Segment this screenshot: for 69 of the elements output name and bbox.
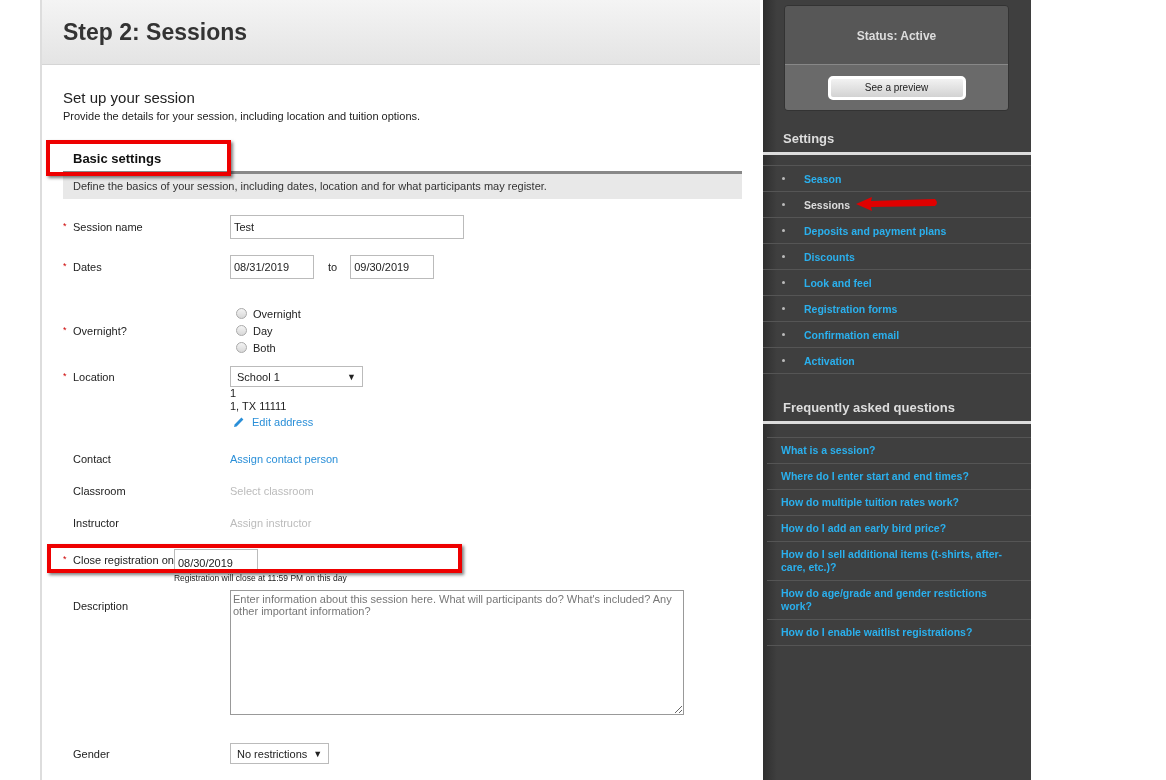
description-field[interactable]: Enter information about this session here. What will participants do? What's included? Any other important information?: [230, 590, 684, 715]
bullet-icon: [782, 307, 785, 310]
date-field[interactable]: 08/31/2019: [230, 255, 314, 279]
radio-button-icon[interactable]: [236, 308, 247, 319]
select-dropdown[interactable]: No restrictions ▼: [230, 743, 330, 764]
faq-link[interactable]: How do I enable waitlist registrations?: [781, 626, 1003, 639]
bullet-icon: [782, 281, 785, 284]
required-mark: *: [63, 324, 67, 335]
field-label: Instructor: [73, 517, 119, 529]
edit-address-link[interactable]: Edit address: [233, 416, 314, 428]
faq-link[interactable]: What is a session?: [781, 444, 1003, 457]
caret-icon: ▼: [313, 748, 323, 759]
required-mark: *: [63, 371, 67, 381]
field-label: Dates: [73, 261, 102, 273]
bullet-icon: [782, 177, 785, 180]
bullet-icon: [782, 255, 785, 258]
required-mark: *: [63, 261, 67, 271]
sidebar-link[interactable]: Registration forms: [804, 302, 898, 315]
pencil-icon: [233, 416, 245, 428]
address-line: 1: [230, 387, 237, 400]
page-title: Step 2: Sessions: [63, 18, 248, 46]
faq-link[interactable]: How do I add an early bird price?: [781, 522, 1003, 535]
radio-button-icon[interactable]: [236, 342, 247, 353]
field-label: Location: [73, 371, 115, 383]
settings-heading: Settings: [783, 131, 836, 148]
field-label: Classroom: [73, 485, 126, 497]
sidebar-link[interactable]: Look and feel: [804, 276, 872, 289]
bullet-icon: [782, 333, 785, 336]
faq-link[interactable]: Where do I enter start and end times?: [781, 470, 1003, 483]
faq-heading: Frequently asked questions: [783, 400, 956, 417]
bullet-icon: [782, 203, 785, 206]
intro-text: Provide the details for your session, including location and tuition options.: [63, 110, 422, 122]
sidebar-link[interactable]: Confirmation email: [804, 328, 900, 341]
field-label: Session name: [73, 221, 143, 233]
field-label: Overnight?: [73, 324, 127, 337]
intro-heading: Set up your session: [63, 89, 196, 106]
sidebar-link[interactable]: Season: [804, 172, 842, 185]
date-field[interactable]: 08/30/2019: [173, 549, 258, 571]
required-mark: *: [63, 554, 67, 564]
address-line: 1, TX 11111: [230, 400, 287, 413]
field-hint: Registration will close at 11:59 PM on this day: [173, 573, 347, 583]
faq-link[interactable]: How do multiple tuition rates work?: [781, 496, 1003, 509]
field-label: Contact: [73, 453, 111, 465]
select-dropdown[interactable]: School 1 ▼: [230, 366, 363, 387]
required-mark: *: [63, 221, 67, 231]
date-field[interactable]: 09/30/2019: [350, 255, 435, 279]
text-field[interactable]: Test: [230, 215, 464, 239]
preview-button[interactable]: See a preview: [827, 75, 966, 100]
assign-link[interactable]: Assign contact person: [230, 453, 339, 465]
section-description: Define the basics of your session, including dates, location and for what participants may register.: [63, 174, 742, 199]
faq-link[interactable]: How do age/grade and gender restictions work?: [781, 587, 1003, 613]
faq-link[interactable]: How do I sell additional items (t-shirts, after-care, etc.)?: [781, 548, 1003, 574]
sidebar-link[interactable]: Activation: [804, 354, 855, 367]
sidebar-link[interactable]: Deposits and payment plans: [804, 224, 947, 237]
radio-option[interactable]: Day: [236, 322, 273, 339]
section-heading: Basic settings: [73, 151, 163, 166]
field-label: Close registration on: [73, 554, 174, 566]
field-label: Description: [73, 600, 129, 612]
status-text: Status: Active: [856, 29, 937, 45]
radio-option[interactable]: Both: [236, 339, 276, 356]
sidebar-link[interactable]: Discounts: [804, 250, 855, 263]
radio-button-icon[interactable]: [236, 325, 247, 336]
range-separator: to: [328, 261, 338, 273]
field-label: Gender: [73, 748, 110, 760]
sidebar-link[interactable]: Sessions: [804, 198, 851, 211]
bullet-icon: [782, 359, 785, 362]
bullet-icon: [782, 229, 785, 232]
caret-icon: ▼: [347, 371, 356, 382]
radio-option[interactable]: Overnight: [236, 305, 301, 322]
